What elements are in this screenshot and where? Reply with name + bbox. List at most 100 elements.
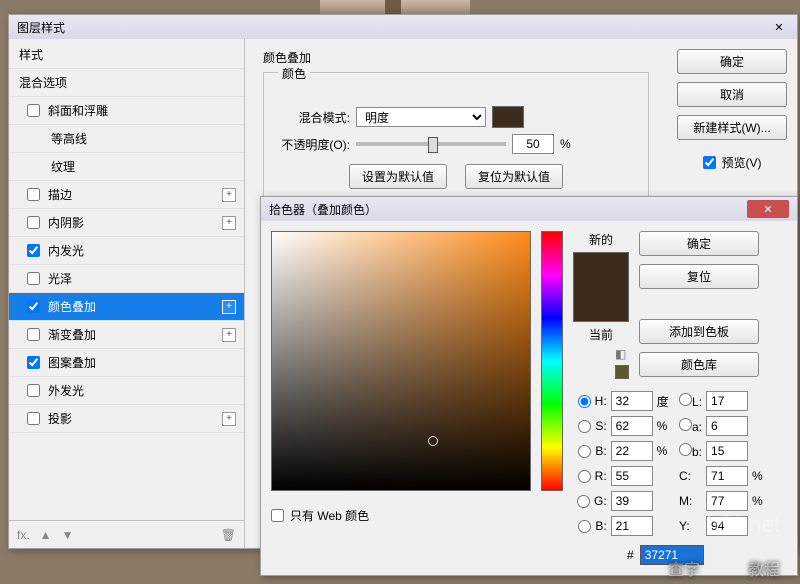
- new-style-button[interactable]: 新建样式(W)...: [677, 115, 787, 140]
- color-library-button[interactable]: 颜色库: [639, 352, 759, 377]
- blend-options-item[interactable]: 混合选项: [9, 69, 244, 97]
- add-swatch-button[interactable]: 添加到色板: [639, 319, 759, 344]
- outer-glow-checkbox[interactable]: [27, 384, 40, 397]
- plus-icon[interactable]: +: [222, 300, 236, 314]
- plus-icon[interactable]: +: [222, 328, 236, 342]
- picker-reset-button[interactable]: 复位: [639, 264, 759, 289]
- new-color-swatch[interactable]: [574, 253, 628, 287]
- trash-icon[interactable]: 🗑: [221, 528, 236, 542]
- current-color-swatch[interactable]: [574, 287, 628, 321]
- bc-radio[interactable]: [578, 520, 591, 533]
- plus-icon[interactable]: +: [222, 188, 236, 202]
- a-radio[interactable]: [679, 418, 692, 431]
- style-item-satin[interactable]: 光泽: [9, 265, 244, 293]
- color-compare-swatches: [573, 252, 629, 322]
- style-item-bevel[interactable]: 斜面和浮雕: [9, 97, 244, 125]
- style-list-footer: fx. ▲ ▼ 🗑: [9, 520, 244, 548]
- current-color-label: 当前: [589, 326, 613, 343]
- satin-checkbox[interactable]: [27, 272, 40, 285]
- gradient-overlay-checkbox[interactable]: [27, 328, 40, 341]
- h-input[interactable]: [611, 391, 653, 411]
- hex-label: #: [627, 548, 634, 562]
- color-overlay-checkbox[interactable]: [27, 300, 40, 313]
- r-radio[interactable]: [578, 470, 591, 483]
- stroke-checkbox[interactable]: [27, 188, 40, 201]
- inner-shadow-checkbox[interactable]: [27, 216, 40, 229]
- layer-style-title: 图层样式: [17, 19, 65, 36]
- y-label: Y:: [679, 519, 702, 533]
- color-picker-dialog: 拾色器（叠加颜色） ✕ 只有 Web 颜色 新的 当前 ◧ 确定 复位: [260, 196, 798, 576]
- style-item-pattern-overlay[interactable]: 图案叠加: [9, 349, 244, 377]
- hsb-rgb-inputs: H:度 S:% B:% R: G: B:: [577, 391, 675, 536]
- style-item-inner-shadow[interactable]: 内阴影+: [9, 209, 244, 237]
- plus-icon[interactable]: +: [222, 412, 236, 426]
- color-picker-title: 拾色器（叠加颜色）: [269, 201, 377, 218]
- websafe-swatch[interactable]: [615, 365, 629, 379]
- pattern-overlay-checkbox[interactable]: [27, 356, 40, 369]
- m-label: M:: [679, 494, 702, 508]
- style-item-color-overlay[interactable]: 颜色叠加+: [9, 293, 244, 321]
- opacity-input[interactable]: [512, 134, 554, 154]
- a-input[interactable]: [706, 416, 748, 436]
- fx-menu-icon[interactable]: fx.: [17, 528, 30, 542]
- c-input[interactable]: [706, 466, 748, 486]
- l-input[interactable]: [706, 391, 748, 411]
- r-input[interactable]: [611, 466, 653, 486]
- preview-checkbox[interactable]: [703, 156, 716, 169]
- h-radio[interactable]: [578, 395, 591, 408]
- g-radio[interactable]: [577, 495, 590, 508]
- overlay-color-swatch[interactable]: [492, 106, 524, 128]
- style-item-contour[interactable]: 等高线: [9, 125, 244, 153]
- bc-input[interactable]: [611, 516, 653, 536]
- m-input[interactable]: [706, 491, 748, 511]
- plus-icon[interactable]: +: [222, 216, 236, 230]
- layer-style-titlebar[interactable]: 图层样式 ✕: [9, 15, 797, 39]
- blend-mode-label: 混合模式:: [278, 109, 350, 126]
- style-item-gradient-overlay[interactable]: 渐变叠加+: [9, 321, 244, 349]
- blend-mode-select[interactable]: 明度: [356, 107, 486, 127]
- close-icon[interactable]: ✕: [769, 18, 789, 36]
- section-title: 颜色叠加: [263, 49, 649, 66]
- hex-input[interactable]: [640, 545, 704, 565]
- lab-cmyk-inputs: L: a: b: C:% M:% Y:: [679, 391, 763, 536]
- style-item-outer-glow[interactable]: 外发光: [9, 377, 244, 405]
- b-radio[interactable]: [679, 443, 692, 456]
- bevel-checkbox[interactable]: [27, 104, 40, 117]
- ok-button[interactable]: 确定: [677, 49, 787, 74]
- web-only-checkbox[interactable]: [271, 509, 284, 522]
- bv-input[interactable]: [611, 441, 653, 461]
- styles-header[interactable]: 样式: [9, 41, 244, 69]
- cancel-button[interactable]: 取消: [677, 82, 787, 107]
- color-field-cursor: [428, 436, 438, 446]
- set-default-button[interactable]: 设置为默认值: [349, 164, 447, 189]
- cube-icon[interactable]: ◧: [615, 347, 629, 361]
- reset-default-button[interactable]: 复位为默认值: [465, 164, 563, 189]
- bv-radio[interactable]: [578, 445, 591, 458]
- style-item-texture[interactable]: 纹理: [9, 153, 244, 181]
- s-radio[interactable]: [578, 420, 591, 433]
- background-decor-strip: [385, 0, 401, 14]
- style-item-stroke[interactable]: 描边+: [9, 181, 244, 209]
- opacity-label: 不透明度(O):: [278, 136, 350, 153]
- new-color-label: 新的: [589, 231, 613, 248]
- s-input[interactable]: [611, 416, 653, 436]
- inner-glow-checkbox[interactable]: [27, 244, 40, 257]
- style-item-drop-shadow[interactable]: 投影+: [9, 405, 244, 433]
- preview-label: 预览(V): [722, 154, 762, 171]
- close-icon[interactable]: ✕: [747, 200, 789, 218]
- color-field[interactable]: [271, 231, 531, 491]
- y-input[interactable]: [706, 516, 748, 536]
- drop-shadow-checkbox[interactable]: [27, 412, 40, 425]
- down-arrow-icon[interactable]: ▼: [62, 528, 74, 542]
- up-arrow-icon[interactable]: ▲: [40, 528, 52, 542]
- b-input[interactable]: [706, 441, 748, 461]
- g-input[interactable]: [611, 491, 653, 511]
- web-only-label: 只有 Web 颜色: [290, 507, 369, 524]
- style-item-inner-glow[interactable]: 内发光: [9, 237, 244, 265]
- picker-ok-button[interactable]: 确定: [639, 231, 759, 256]
- l-radio[interactable]: [679, 393, 692, 406]
- color-picker-titlebar[interactable]: 拾色器（叠加颜色） ✕: [261, 197, 797, 221]
- hue-slider[interactable]: [541, 231, 563, 491]
- opacity-slider[interactable]: [356, 142, 506, 146]
- fieldset-legend: 颜色: [278, 65, 310, 82]
